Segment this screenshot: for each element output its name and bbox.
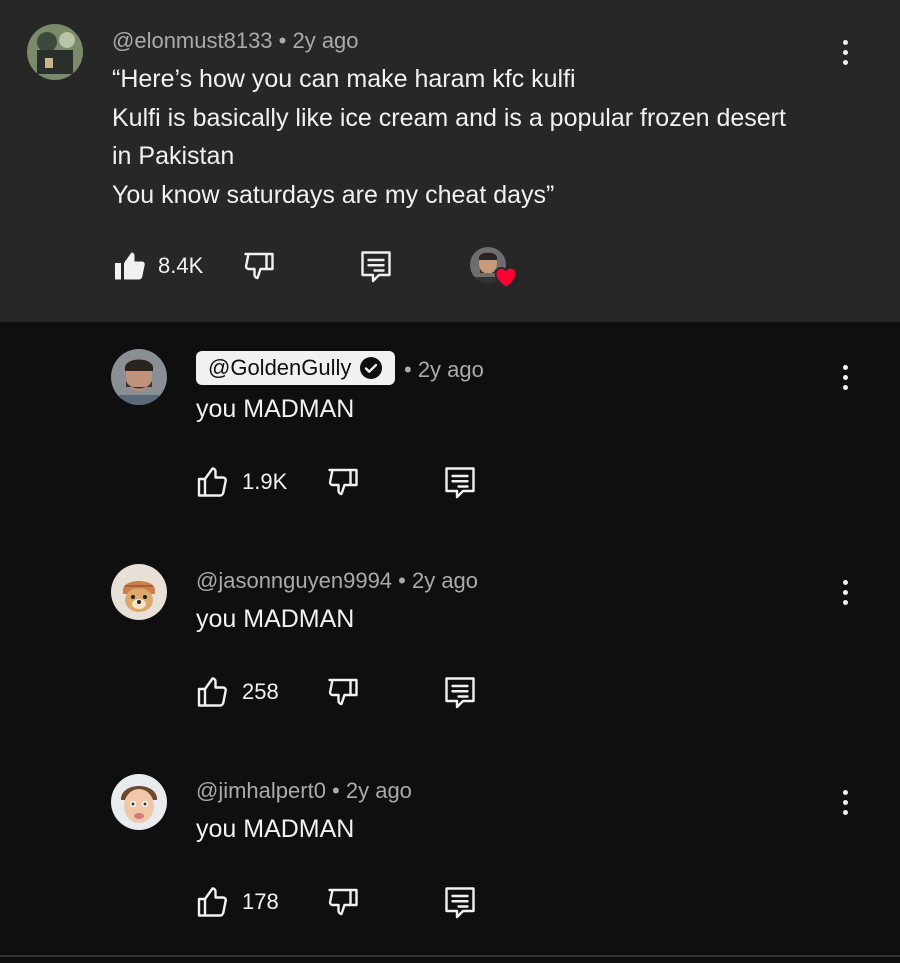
comment-text: “Here’s how you can make haram kfc kulfi… <box>112 60 872 214</box>
reply-icon <box>445 467 475 499</box>
more-vert-icon[interactable] <box>833 357 857 397</box>
reply-author[interactable]: @jasonnguyen9994 <box>196 568 392 593</box>
dislike-button[interactable] <box>325 464 361 500</box>
dislike-button[interactable] <box>241 248 277 284</box>
like-button[interactable]: 8.4K <box>112 248 203 284</box>
comment-meta: @elonmust8133 • 2y ago <box>112 28 359 54</box>
dislike-icon <box>328 468 358 496</box>
reply-time: • 2y ago <box>325 778 412 803</box>
replies-list: @GoldenGully • 2y ago you MADMAN 1.9K @j… <box>0 322 900 963</box>
like-button[interactable]: 258 <box>196 674 279 710</box>
more-vert-icon[interactable] <box>833 782 857 822</box>
comment-author[interactable]: @elonmust8133 <box>112 28 273 53</box>
main-comment: @elonmust8133 • 2y ago “Here’s how you c… <box>0 0 900 322</box>
comment-time: • 2y ago <box>272 28 359 53</box>
reply-time: • 2y ago <box>392 568 479 593</box>
reply-author[interactable]: @jimhalpert0 <box>196 778 326 803</box>
comment-line: Kulfi is basically like ice cream and is… <box>112 103 786 132</box>
reply-button[interactable] <box>442 674 478 710</box>
more-vert-icon[interactable] <box>833 572 857 612</box>
like-button[interactable]: 1.9K <box>196 464 287 500</box>
dislike-button[interactable] <box>325 674 361 710</box>
reply-icon <box>445 677 475 709</box>
reply-meta: @jasonnguyen9994 • 2y ago <box>196 568 478 594</box>
like-count: 258 <box>242 679 279 704</box>
avatar-elonmust[interactable] <box>27 24 83 80</box>
more-vert-icon[interactable] <box>833 32 857 72</box>
reply-time: • 2y ago <box>404 357 484 382</box>
comment-line: “Here’s how you can make haram kfc kulfi <box>112 65 576 93</box>
dislike-icon <box>328 888 358 916</box>
like-icon <box>115 252 145 280</box>
reply-icon <box>445 887 475 919</box>
comment-line: in Pakistan <box>112 142 235 170</box>
reply-icon <box>361 251 391 283</box>
reply-button[interactable] <box>358 248 394 284</box>
like-count: 8.4K <box>158 253 204 278</box>
verified-author-badge[interactable]: @GoldenGully <box>196 351 396 385</box>
dislike-icon <box>244 252 274 280</box>
verified-check-icon <box>360 357 383 379</box>
divider <box>0 955 900 957</box>
like-count: 1.9K <box>242 469 288 494</box>
like-icon <box>197 467 227 497</box>
creator-heart[interactable] <box>470 247 522 291</box>
reply-author: @GoldenGully <box>208 355 352 380</box>
heart-icon <box>494 266 518 289</box>
dislike-icon <box>328 678 358 706</box>
reply-button[interactable] <box>442 884 478 920</box>
avatar-goldengully[interactable] <box>111 349 167 405</box>
avatar-jasonnguyen[interactable] <box>111 564 167 620</box>
reply-button[interactable] <box>442 464 478 500</box>
dislike-button[interactable] <box>325 884 361 920</box>
like-count: 178 <box>242 889 279 914</box>
reply-text: you MADMAN <box>196 605 355 633</box>
like-icon <box>197 887 227 917</box>
like-button[interactable]: 178 <box>196 884 279 920</box>
like-icon <box>197 677 227 707</box>
avatar-jimhalpert[interactable] <box>111 774 167 830</box>
comment-line: You know saturdays are my cheat days” <box>112 180 555 209</box>
reply-text: you MADMAN <box>196 815 355 843</box>
reply-text: you MADMAN <box>196 395 355 423</box>
reply-meta: @jimhalpert0 • 2y ago <box>196 778 412 804</box>
